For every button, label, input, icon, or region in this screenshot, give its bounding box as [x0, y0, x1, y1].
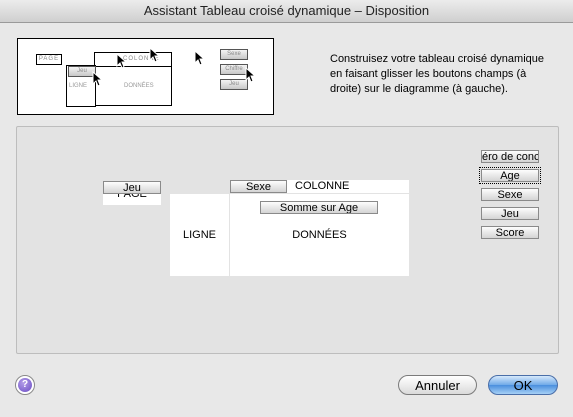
data-field-sum-age-button[interactable]: Somme sur Age — [260, 201, 378, 214]
arrow-cursor-icon — [92, 71, 104, 87]
field-jeu-button[interactable]: Jeu — [481, 207, 539, 220]
field-age-button[interactable]: Age — [479, 167, 541, 184]
arrow-cursor-icon — [116, 53, 128, 69]
help-button[interactable]: ? — [15, 375, 35, 395]
arrow-cursor-icon — [149, 47, 161, 63]
preview-field-button-1: Sexe — [220, 49, 248, 60]
preview-field-button-3: Jeu — [220, 79, 248, 90]
data-zone[interactable]: Somme sur Age DONNÉES — [230, 194, 409, 276]
field-score-button[interactable]: Score — [481, 226, 539, 239]
preview-row-tag: LIGNE — [69, 83, 88, 89]
preview-page-tag: PAGE — [36, 54, 62, 65]
window-title: Assistant Tableau croisé dynamique – Dis… — [0, 0, 573, 23]
preview-field-button-2: Chiffre — [220, 64, 248, 75]
page-field-jeu-button[interactable]: Jeu — [103, 181, 161, 194]
data-zone-label: DONNÉES — [292, 229, 347, 241]
layout-area: PAGE Jeu LIGNE Sexe COLONNE Somme sur Ag… — [16, 126, 559, 354]
instructions-text: Construisez votre tableau croisé dynamiq… — [330, 53, 545, 95]
ok-button[interactable]: OK — [488, 375, 558, 395]
page-zone[interactable]: PAGE Jeu — [103, 181, 161, 205]
preview-data-tag: DONNÉES — [124, 83, 154, 89]
arrow-cursor-icon — [245, 67, 257, 83]
column-zone[interactable]: Sexe COLONNE — [230, 180, 409, 193]
row-zone-label: LIGNE — [182, 229, 216, 241]
field-numero-concours-button[interactable]: éro de conco — [481, 150, 539, 163]
arrow-cursor-icon — [194, 50, 206, 66]
cancel-button[interactable]: Annuler — [398, 375, 477, 395]
layout-preview-diagram: PAGE COLONNE LIGNE DONNÉES Jeu Sexe Chif… — [17, 38, 274, 115]
column-zone-label: COLONNE — [295, 180, 350, 192]
question-mark-icon: ? — [18, 378, 32, 392]
row-zone[interactable]: LIGNE — [170, 194, 229, 276]
column-field-sexe-button[interactable]: Sexe — [230, 180, 287, 193]
field-sexe-button[interactable]: Sexe — [481, 188, 539, 201]
